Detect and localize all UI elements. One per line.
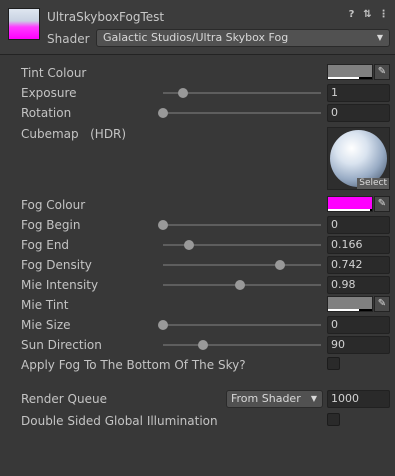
exposure-slider-knob[interactable] bbox=[177, 88, 188, 98]
settings-sliders-icon[interactable]: ⇅ bbox=[362, 9, 373, 20]
chevron-down-icon: ▼ bbox=[376, 33, 383, 42]
material-header: UltraSkyboxFogTest ? ⇅ ⋮ Shader Galactic… bbox=[0, 0, 395, 55]
fog-density-field[interactable]: 0.742 bbox=[327, 256, 390, 274]
mie-tint-label: Mie Tint bbox=[21, 298, 69, 312]
exposure-slider[interactable] bbox=[163, 88, 321, 98]
render-queue-label: Render Queue bbox=[21, 392, 107, 406]
fog-begin-field[interactable]: 0 bbox=[327, 216, 390, 234]
help-icon[interactable]: ? bbox=[346, 9, 357, 20]
apply-fog-bottom-checkbox[interactable] bbox=[327, 357, 340, 370]
mie-intensity-slider-knob[interactable] bbox=[235, 280, 246, 290]
tint-colour-label: Tint Colour bbox=[21, 66, 87, 80]
mie-tint-alpha-bar bbox=[328, 309, 359, 311]
shader-dropdown-value: Galactic Studios/Ultra Skybox Fog bbox=[103, 31, 289, 44]
fog-end-field[interactable]: 0.166 bbox=[327, 236, 390, 254]
tint-colour-swatch[interactable] bbox=[327, 64, 373, 80]
fog-end-slider-knob[interactable] bbox=[184, 240, 195, 250]
rotation-field[interactable]: 0 bbox=[327, 104, 390, 122]
fog-density-slider-knob[interactable] bbox=[275, 260, 286, 270]
double-sided-gi-checkbox[interactable] bbox=[327, 413, 340, 426]
fog-density-label: Fog Density bbox=[21, 258, 92, 272]
fog-colour-swatch[interactable] bbox=[327, 196, 373, 212]
double-sided-gi-label: Double Sided Global Illumination bbox=[21, 414, 218, 428]
fog-colour-row: Fog Colour ✎ bbox=[0, 195, 395, 215]
exposure-row: Exposure 1 bbox=[0, 83, 395, 103]
sun-direction-row: Sun Direction 90 bbox=[0, 335, 395, 355]
tint-colour-alpha-bar bbox=[328, 77, 359, 79]
fog-begin-slider-knob[interactable] bbox=[158, 220, 168, 230]
mie-intensity-row: Mie Intensity 0.98 bbox=[0, 275, 395, 295]
shader-dropdown[interactable]: Galactic Studios/Ultra Skybox Fog ▼ bbox=[96, 29, 390, 47]
eyedropper-icon[interactable]: ✎ bbox=[374, 64, 390, 80]
exposure-label: Exposure bbox=[21, 86, 77, 100]
fog-end-slider[interactable] bbox=[163, 240, 321, 250]
mie-intensity-field[interactable]: 0.98 bbox=[327, 276, 390, 294]
fog-density-slider[interactable] bbox=[163, 260, 321, 270]
fog-colour-alpha-bar bbox=[328, 209, 370, 211]
rotation-label: Rotation bbox=[21, 106, 72, 120]
sun-direction-label: Sun Direction bbox=[21, 338, 102, 352]
mie-size-slider[interactable] bbox=[158, 320, 321, 330]
mie-size-slider-knob[interactable] bbox=[158, 320, 168, 330]
cubemap-label: Cubemap (HDR) bbox=[21, 127, 127, 141]
sun-direction-slider[interactable] bbox=[163, 340, 321, 350]
tint-colour-alpha-rest bbox=[358, 77, 372, 79]
kebab-menu-icon[interactable]: ⋮ bbox=[378, 9, 389, 20]
fog-colour-alpha-rest bbox=[369, 209, 372, 211]
exposure-field[interactable]: 1 bbox=[327, 84, 390, 102]
fog-end-label: Fog End bbox=[21, 238, 70, 252]
fog-begin-label: Fog Begin bbox=[21, 218, 81, 232]
mie-size-field[interactable]: 0 bbox=[327, 316, 390, 334]
fog-begin-row: Fog Begin 0 bbox=[0, 215, 395, 235]
mie-tint-swatch[interactable] bbox=[327, 296, 373, 312]
mie-size-label: Mie Size bbox=[21, 318, 71, 332]
render-queue-row: Render Queue From Shader ▼ 1000 bbox=[0, 389, 395, 409]
tint-colour-row: Tint Colour ✎ bbox=[0, 63, 395, 83]
mie-size-row: Mie Size 0 bbox=[0, 315, 395, 335]
material-preview-thumbnail[interactable] bbox=[8, 8, 40, 40]
sun-direction-field[interactable]: 90 bbox=[327, 336, 390, 354]
mie-tint-alpha-rest bbox=[358, 309, 372, 311]
material-name: UltraSkyboxFogTest bbox=[47, 10, 165, 24]
shader-label: Shader bbox=[47, 32, 90, 46]
cubemap-hdr-label: (HDR) bbox=[90, 127, 127, 141]
fog-end-row: Fog End 0.166 bbox=[0, 235, 395, 255]
rotation-slider-knob[interactable] bbox=[158, 108, 168, 118]
render-queue-dropdown[interactable]: From Shader ▼ bbox=[226, 390, 323, 408]
eyedropper-icon[interactable]: ✎ bbox=[374, 196, 390, 212]
apply-fog-bottom-label: Apply Fog To The Bottom Of The Sky? bbox=[21, 358, 246, 372]
double-sided-gi-row: Double Sided Global Illumination bbox=[0, 411, 395, 431]
header-icons: ? ⇅ ⋮ bbox=[346, 9, 389, 20]
fog-begin-slider[interactable] bbox=[158, 220, 321, 230]
fog-density-row: Fog Density 0.742 bbox=[0, 255, 395, 275]
chevron-down-icon: ▼ bbox=[310, 394, 317, 403]
cubemap-select-button[interactable]: Select bbox=[357, 178, 389, 189]
mie-intensity-label: Mie Intensity bbox=[21, 278, 99, 292]
sun-direction-slider-knob[interactable] bbox=[197, 340, 208, 350]
mie-intensity-slider[interactable] bbox=[163, 280, 321, 290]
render-queue-dropdown-value: From Shader bbox=[231, 392, 301, 405]
rotation-slider[interactable] bbox=[158, 108, 321, 118]
cubemap-texture-slot[interactable]: Select bbox=[327, 127, 390, 190]
mie-tint-row: Mie Tint ✎ bbox=[0, 295, 395, 315]
render-queue-field[interactable]: 1000 bbox=[327, 390, 390, 408]
apply-fog-bottom-row: Apply Fog To The Bottom Of The Sky? bbox=[0, 355, 395, 375]
fog-colour-label: Fog Colour bbox=[21, 198, 86, 212]
eyedropper-icon[interactable]: ✎ bbox=[374, 296, 390, 312]
rotation-row: Rotation 0 bbox=[0, 103, 395, 123]
